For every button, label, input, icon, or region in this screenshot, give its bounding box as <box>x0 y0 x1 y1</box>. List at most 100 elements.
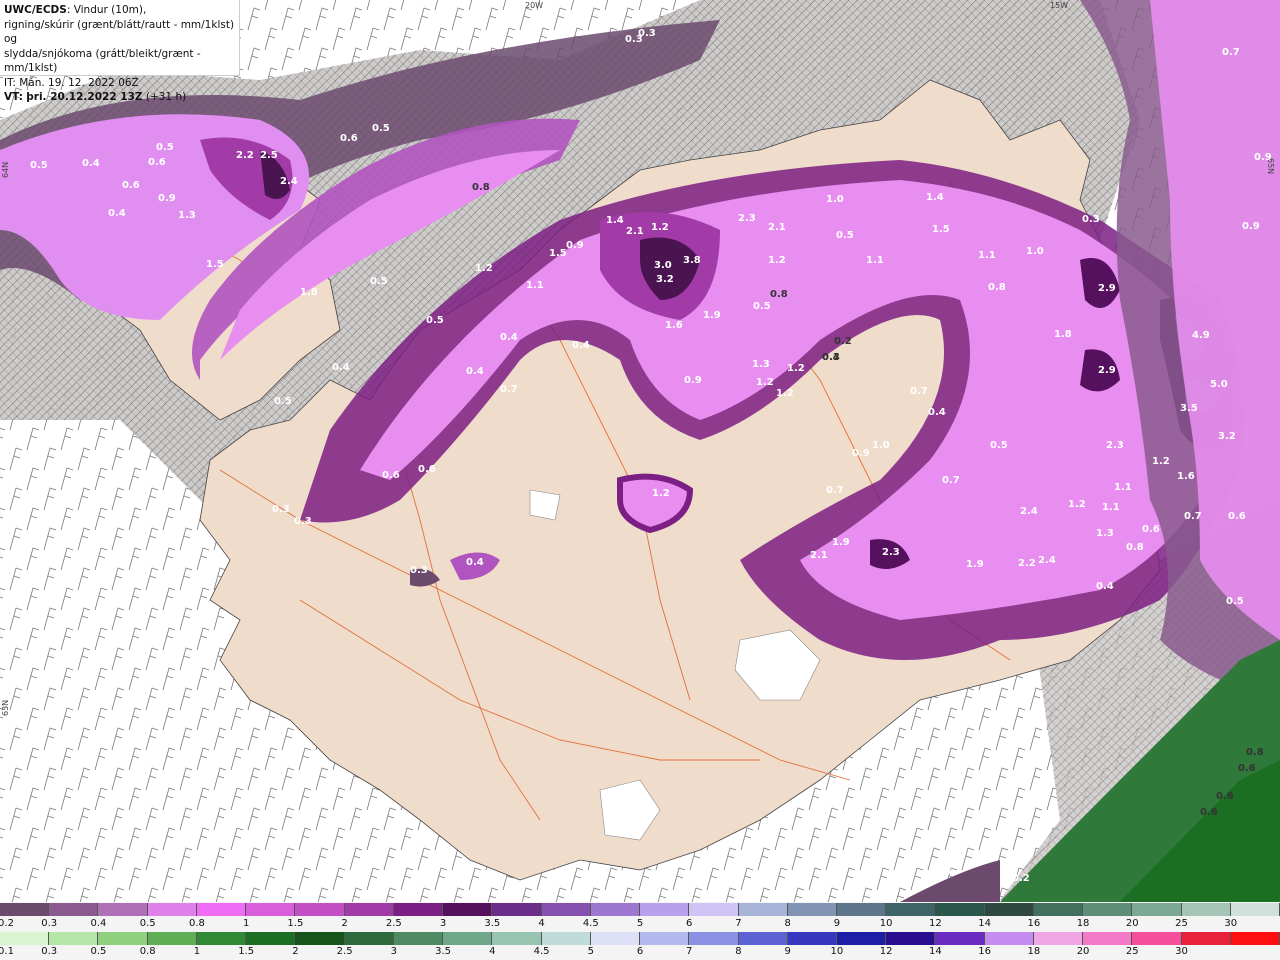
precip-value: 0.5 <box>370 276 388 287</box>
precip-value: 0.6 <box>340 133 358 144</box>
precip-value: 1.0 <box>872 440 890 451</box>
grid-label-20w: 20W <box>525 1 543 10</box>
precip-value: 2.4 <box>1038 555 1056 566</box>
precip-value: 0.3 <box>294 516 312 527</box>
rain-scale-label: 20 <box>1076 946 1090 957</box>
grid-label-15w: 15W <box>1050 1 1068 10</box>
snow-scale-swatch <box>344 903 394 916</box>
rain-scale-label: 0.1 <box>0 946 14 957</box>
precip-value: 0.5 <box>1226 596 1244 607</box>
precip-value: 0.6 <box>382 470 400 481</box>
precip-value: 1.1 <box>978 250 996 261</box>
snow-scale-label: 9 <box>833 918 841 929</box>
snow-scale-label: 6 <box>686 918 693 929</box>
precip-value: 0.3 <box>822 352 840 363</box>
precip-value: 0.7 <box>826 485 844 496</box>
rain-scale-label: 3.5 <box>435 946 452 957</box>
map-canvas[interactable]: 20W 15W 65N 64N 63N 0.3 0.3 0.7 0.9 0.9 … <box>0 0 1280 902</box>
snow-scale-label: 25 <box>1175 918 1188 929</box>
snow-scale-swatch <box>1132 903 1182 916</box>
precip-value: 0.7 <box>910 386 928 397</box>
snow-scale-label: 5 <box>636 918 644 929</box>
precip-value: 1.9 <box>832 537 850 548</box>
precip-value: 1.5 <box>549 248 567 259</box>
weather-map[interactable]: 20W 15W 65N 64N 63N 0.3 0.3 0.7 0.9 0.9 … <box>0 0 1280 902</box>
snow-scale-swatch <box>49 903 99 916</box>
rain-scale-label: 3 <box>390 946 398 957</box>
precip-value: 0.7 <box>1222 47 1240 58</box>
precip-value: 0.6 <box>148 157 166 168</box>
precip-value: 1.8 <box>300 287 318 298</box>
precip-value: 0.4 <box>500 332 518 343</box>
rain-scale-swatch <box>49 932 99 945</box>
precip-value: 0.3 <box>410 565 428 576</box>
snow-color-scale <box>0 903 1280 916</box>
rain-scale-swatch <box>738 932 788 945</box>
snow-scale-label: 30 <box>1224 918 1238 929</box>
precip-value: 1.1 <box>866 255 884 266</box>
rain-scale-label: 16 <box>978 946 991 957</box>
precip-value: 0.6 <box>1216 791 1234 802</box>
precip-value: 1.4 <box>606 215 624 226</box>
precip-value: 0.3 <box>272 504 290 515</box>
precip-value: 0.6 <box>418 464 436 475</box>
snow-scale-swatch <box>1033 903 1084 916</box>
rain-scale-label: 1.5 <box>238 946 255 957</box>
info-line-3: slydda/snjókoma (grátt/bleikt/grænt - mm… <box>4 47 201 75</box>
snow-scale-label: 4 <box>538 918 545 929</box>
precip-value: 1.0 <box>1026 246 1044 257</box>
rain-scale-label: 4.5 <box>533 946 550 957</box>
precip-value: 1.2 <box>787 363 805 374</box>
rain-scale-swatch <box>295 932 345 945</box>
snow-scale-label: 0.4 <box>90 918 107 929</box>
precip-value: 0.9 <box>158 193 176 204</box>
snow-scale-label: 18 <box>1076 918 1090 929</box>
rain-scale-swatch <box>1132 932 1182 945</box>
snow-scale-labels: 0.2 0.3 0.4 0.5 0.8 1 1.5 2 2.5 3 3.5 4 4.5 5 6 7 8 9 10 12… <box>0 918 1280 932</box>
precip-value: 0.4 <box>332 362 350 373</box>
rain-scale-swatch <box>393 932 444 945</box>
grid-label-64n: 64N <box>1 162 10 178</box>
snow-scale-label: 12 <box>929 918 942 929</box>
precip-value: 0.8 <box>1126 542 1144 553</box>
snow-scale-label: 7 <box>735 918 742 929</box>
rain-scale-swatch <box>443 932 493 945</box>
precip-value: 3.2 <box>1218 431 1236 442</box>
precip-value: 1.5 <box>206 259 224 270</box>
precip-value: 4.9 <box>1192 330 1210 341</box>
glacier-langjokull <box>529 489 561 521</box>
rain-color-scale <box>0 932 1280 945</box>
snow-scale-swatch <box>98 903 148 916</box>
precip-value: 0.6 <box>1200 807 1218 818</box>
precip-value: 3.2 <box>656 274 674 285</box>
rain-scale-swatch <box>0 932 50 945</box>
snow-scale-label: 4.5 <box>582 918 599 929</box>
snow-scale-label: 10 <box>879 918 893 929</box>
precip-value: 3.0 <box>654 260 672 271</box>
precip-value: 1.1 <box>1102 502 1120 513</box>
precip-value: 0.9 <box>1254 152 1272 163</box>
snow-scale-label: 1.5 <box>287 918 304 929</box>
rain-scale-swatch <box>935 932 985 945</box>
precip-value: 0.5 <box>836 230 854 241</box>
snow-scale-swatch <box>1230 903 1280 916</box>
precip-value: 0.5 <box>990 440 1008 451</box>
precip-value: 0.5 <box>426 315 444 326</box>
precip-value: 2.1 <box>810 550 828 561</box>
vt-label: VT: <box>4 91 23 103</box>
rain-scale-label: 12 <box>879 946 893 957</box>
rain-scale-swatch <box>147 932 197 945</box>
snow-scale-swatch <box>246 903 296 916</box>
precip-value: 2.4 <box>280 176 298 187</box>
snow-scale-label: 2 <box>341 918 348 929</box>
precip-value: 0.9 <box>852 448 870 459</box>
rain-scale-labels: 0.1 0.3 0.5 0.8 1 1.5 2 2.5 3 3.5 4 4.5 5 6 7 8 9 10 12 14 1… <box>0 946 1280 960</box>
snow-scale-swatch <box>0 903 50 916</box>
precip-value: 1.3 <box>752 359 770 370</box>
snow-scale-swatch <box>787 903 837 916</box>
precip-value: 3.5 <box>1180 403 1198 414</box>
rain-scale-swatch <box>246 932 296 945</box>
snow-scale-swatch <box>886 903 936 916</box>
rain-scale-label: 1 <box>193 946 201 957</box>
snow-scale-swatch <box>492 903 542 916</box>
